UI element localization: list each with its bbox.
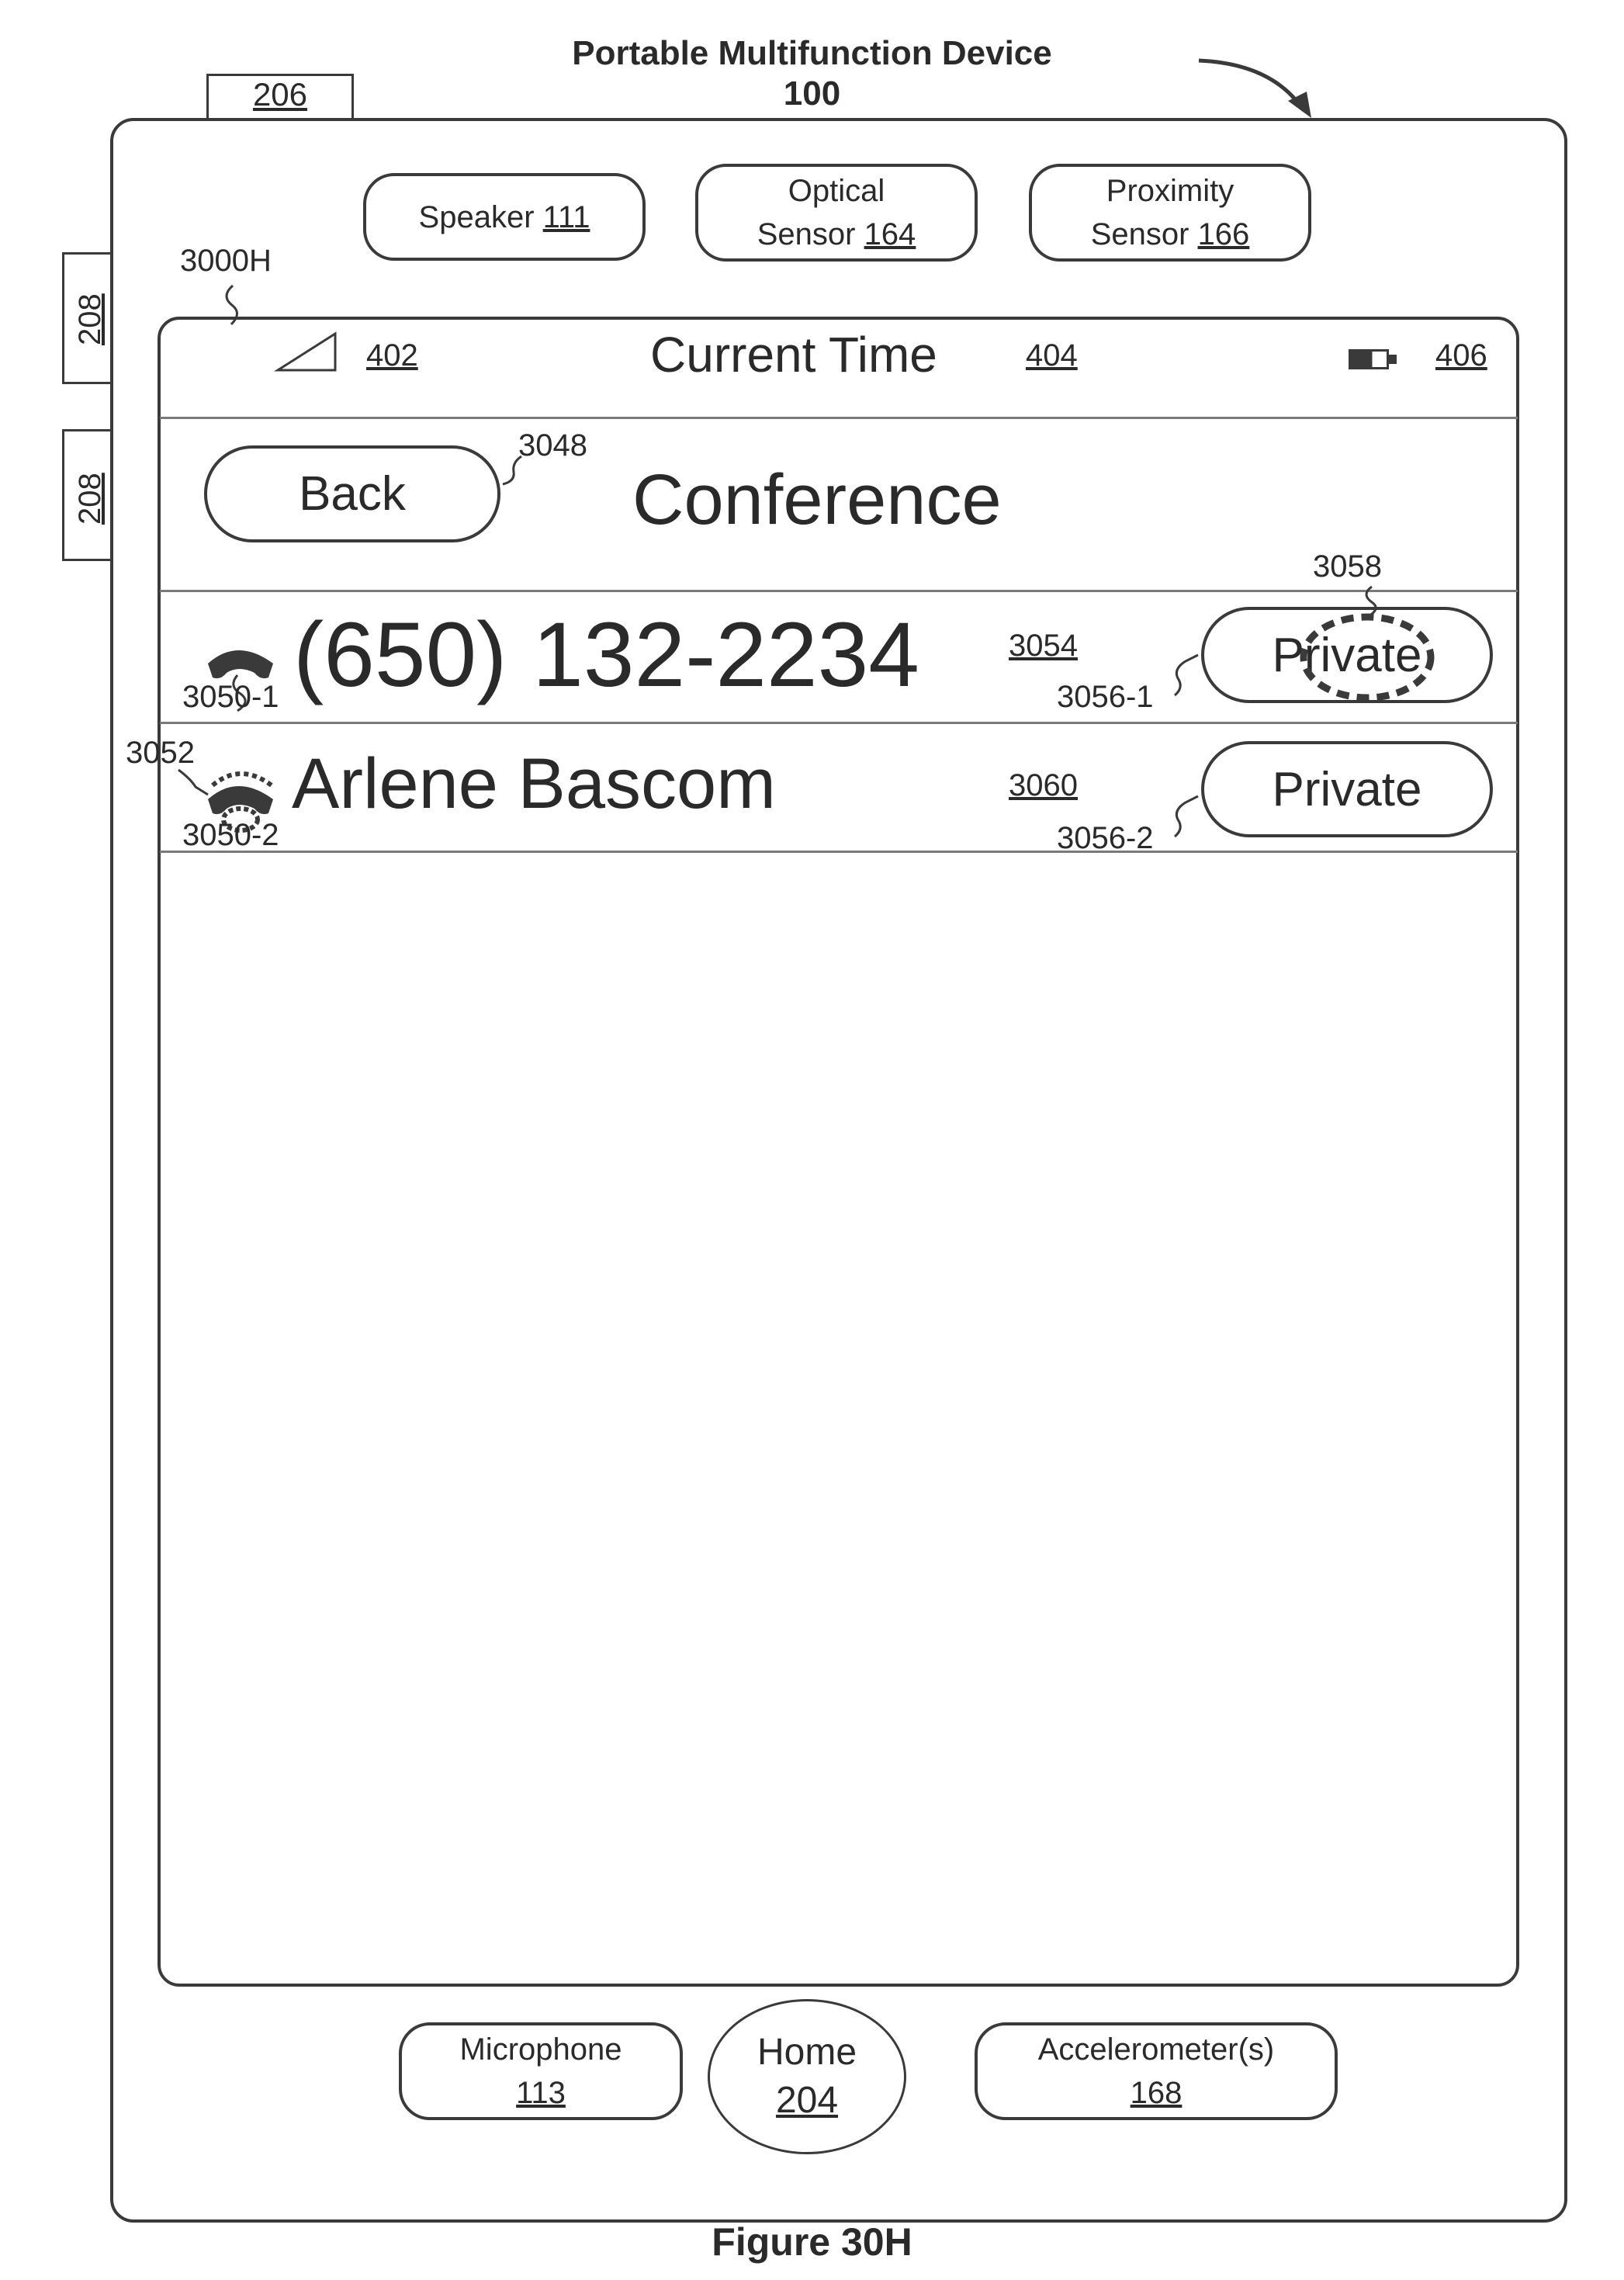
row-separator-2 [160,851,1518,853]
home-ref: 204 [776,2077,838,2125]
microphone: Microphone 113 [399,2022,683,2120]
private-button-2-label: Private [1273,762,1422,817]
microphone-label: Microphone [459,2028,622,2071]
figure-caption: Figure 30H [0,2219,1624,2264]
home-label: Home [757,2029,857,2077]
accelerometer-label: Accelerometer(s) [1038,2028,1275,2071]
private-ref-leader-2 [0,0,1624,2280]
accelerometer: Accelerometer(s) 168 [975,2022,1338,2120]
accelerometer-ref: 168 [1131,2071,1183,2115]
microphone-ref: 113 [516,2071,566,2115]
private-button-2[interactable]: Private [1201,741,1493,837]
home-button[interactable]: Home 204 [708,1999,906,2154]
